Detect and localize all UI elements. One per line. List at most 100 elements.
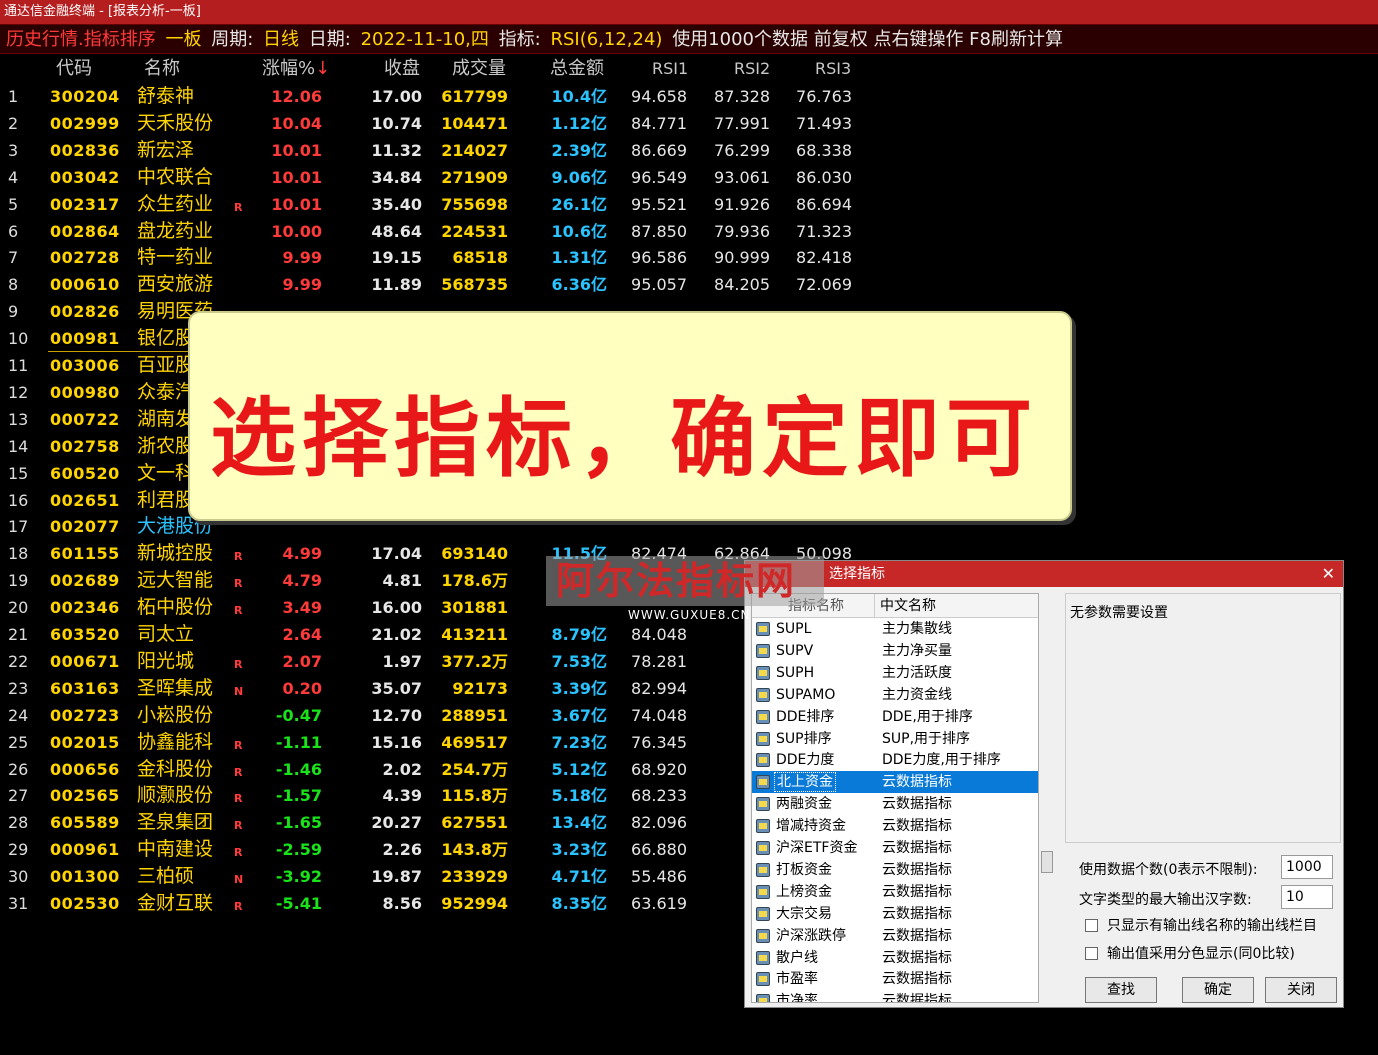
indicator-formula-icon — [756, 972, 770, 987]
indicator-list[interactable]: 指标名称 中文名称 SUPL 主力集散线 SUPV 主力净买量 SUPH 主力活跃度 SUP… — [751, 593, 1039, 1003]
table-row[interactable]: 7 002728 特一药业 9.99 19.15 68518 1.31亿 96.586 90.9… — [0, 244, 860, 271]
rsi2-value: 91.926 — [714, 194, 770, 214]
indicator-list-item[interactable]: SUPH 主力活跃度 — [752, 662, 1038, 684]
table-row[interactable]: 29 000961 中南建设 R -2.59 2.26 143.8万 3.23亿 66.880 — [0, 836, 860, 863]
table-row[interactable]: 4 003042 中农联合 10.01 34.84 271909 9.06亿 96.549 93… — [0, 164, 860, 191]
checkbox-output-names[interactable] — [1085, 919, 1098, 932]
rsi1-value: 74.048 — [631, 705, 687, 725]
table-row[interactable]: 30 001300 三柏硕 N -3.92 19.87 233929 4.71亿 55.486 — [0, 863, 860, 890]
table-row[interactable]: 22 000671 阳光城 R 2.07 1.97 377.2万 7.53亿 78.281 — [0, 648, 860, 675]
find-button[interactable]: 查找 — [1085, 977, 1157, 1003]
module-name[interactable]: 历史行情.指标排序 — [6, 29, 156, 50]
volume: 214027 — [441, 140, 508, 160]
table-row[interactable]: 24 002723 小崧股份 -0.47 12.70 288951 3.67亿 74.048 — [0, 702, 860, 729]
row-index: 15 — [8, 463, 29, 483]
board-name[interactable]: 一板 — [165, 29, 201, 50]
indicator-list-item[interactable]: 散户线 云数据指标 — [752, 947, 1038, 969]
close-button[interactable]: 关闭 — [1265, 977, 1337, 1003]
table-row[interactable]: 31 002530 金财互联 R -5.41 8.56 952994 8.35亿 63.619 — [0, 890, 860, 917]
table-row[interactable]: 23 603163 圣晖集成 N 0.20 35.07 92173 3.39亿 82.994 — [0, 675, 860, 702]
indicator-list-item[interactable]: SUP排序 SUP,用于排序 — [752, 728, 1038, 750]
col-header-volume[interactable]: 成交量 — [452, 55, 506, 83]
stock-code: 002826 — [50, 302, 120, 322]
indicator-list-item[interactable]: DDE排序 DDE,用于排序 — [752, 706, 1038, 728]
col-header-name[interactable]: 名称 — [144, 55, 180, 83]
col-header-change[interactable]: 涨幅%↓ — [262, 55, 330, 83]
indicator-list-item[interactable]: DDE力度 DDE力度,用于排序 — [752, 749, 1038, 771]
indicator-list-item[interactable]: 市盈率 云数据指标 — [752, 968, 1038, 990]
indicator-formula-icon — [756, 819, 770, 834]
list-header-cn[interactable]: 中文名称 — [880, 594, 936, 618]
table-row[interactable]: 26 000656 金科股份 R -1.46 2.02 254.7万 5.12亿 68.920 — [0, 756, 860, 783]
indicator-list-item[interactable]: 大宗交易 云数据指标 — [752, 903, 1038, 925]
col-header-rsi3[interactable]: RSI3 — [815, 55, 851, 83]
row-index: 6 — [8, 221, 19, 241]
period-value[interactable]: 日线 — [263, 29, 299, 50]
stock-code: 002565 — [50, 786, 120, 806]
date-value[interactable]: 2022-11-10,四 — [361, 29, 489, 50]
close-price: 11.89 — [371, 275, 422, 295]
max-chars-input[interactable]: 10 — [1281, 885, 1333, 909]
ok-button[interactable]: 确定 — [1182, 977, 1254, 1003]
close-price: 11.32 — [371, 140, 422, 160]
col-header-code[interactable]: 代码 — [56, 55, 92, 83]
indicator-name: 市净率 — [776, 993, 818, 1003]
table-row[interactable]: 2 002999 天禾股份 10.04 10.74 104471 1.12亿 84.771 77… — [0, 110, 860, 137]
volume: 755698 — [441, 194, 508, 214]
header-divider — [874, 594, 875, 618]
col-header-amount[interactable]: 总金额 — [550, 55, 604, 83]
close-price: 10.74 — [371, 113, 422, 133]
table-row[interactable]: 3 002836 新宏泽 10.01 11.32 214027 2.39亿 86.669 76.… — [0, 137, 860, 164]
list-scrollbar[interactable] — [1039, 593, 1057, 1003]
indicator-list-item[interactable]: 北上资金 云数据指标 — [752, 771, 1038, 794]
table-row[interactable]: 25 002015 协鑫能科 R -1.11 15.16 469517 7.23亿 76.345 — [0, 729, 860, 756]
indicator-list-item[interactable]: SUPAMO 主力资金线 — [752, 684, 1038, 706]
indicator-list-item[interactable]: 上榜资金 云数据指标 — [752, 881, 1038, 903]
table-row[interactable]: 28 605589 圣泉集团 R -1.65 20.27 627551 13.4亿 82.096 — [0, 809, 860, 836]
table-row[interactable]: 5 002317 众生药业 R 10.01 35.40 755698 26.1亿 95.521 9… — [0, 191, 860, 218]
close-price: 48.64 — [371, 221, 422, 241]
indicator-list-item[interactable]: 两融资金 云数据指标 — [752, 793, 1038, 815]
checkbox-color-output-label[interactable]: 输出值采用分色显示(同0比较) — [1107, 943, 1295, 963]
rsi2-value: 84.205 — [714, 275, 770, 295]
data-count-input[interactable]: 1000 — [1281, 855, 1333, 879]
indicator-value[interactable]: RSI(6,12,24) — [550, 29, 662, 50]
close-icon[interactable]: ✕ — [1322, 561, 1335, 587]
table-row[interactable]: 1 300204 舒泰神 12.06 17.00 617799 10.4亿 94.658 87.… — [0, 83, 860, 110]
indicator-list-item[interactable]: 打板资金 云数据指标 — [752, 859, 1038, 881]
indicator-list-item[interactable]: SUPV 主力净买量 — [752, 640, 1038, 662]
indicator-list-item[interactable]: 沪深涨跌停 云数据指标 — [752, 925, 1038, 947]
indicator-list-item[interactable]: 沪深ETF资金 云数据指标 — [752, 837, 1038, 859]
change-pct: -2.59 — [275, 840, 322, 860]
table-row[interactable]: 8 000610 西安旅游 9.99 11.89 568735 6.36亿 95.057 84.… — [0, 271, 860, 298]
indicator-formula-icon — [756, 797, 770, 812]
dialog-title[interactable]: 选择指标 — [745, 561, 1343, 587]
indicator-list-item[interactable]: 市净率 云数据指标 — [752, 990, 1038, 1003]
indicator-list-item[interactable]: 增减持资金 云数据指标 — [752, 815, 1038, 837]
checkbox-color-output[interactable] — [1085, 947, 1098, 960]
scrollbar-thumb[interactable] — [1041, 851, 1053, 873]
table-row[interactable]: 27 002565 顺灏股份 R -1.57 4.39 115.8万 5.18亿 68.233 — [0, 782, 860, 809]
stock-name: 顺灏股份 — [137, 784, 214, 807]
indicator-name: DDE排序 — [776, 708, 835, 725]
change-pct: -1.57 — [275, 786, 322, 806]
amount: 5.18亿 — [551, 786, 607, 806]
row-index: 2 — [8, 113, 19, 133]
col-header-close[interactable]: 收盘 — [384, 55, 420, 83]
stock-name: 协鑫能科 — [137, 730, 214, 753]
close-price: 35.40 — [371, 194, 422, 214]
col-header-rsi1[interactable]: RSI1 — [652, 55, 688, 83]
change-pct: -1.65 — [275, 813, 322, 833]
col-header-rsi2[interactable]: RSI2 — [734, 55, 770, 83]
rsi2-value: 87.328 — [714, 87, 770, 106]
stock-code: 603520 — [50, 625, 120, 644]
rsi3-value: 86.030 — [796, 167, 852, 187]
stock-name: 金科股份 — [137, 757, 214, 780]
param-panel: 无参数需要设置 — [1065, 593, 1341, 843]
checkbox-output-names-label[interactable]: 只显示有输出线名称的输出线栏目 — [1107, 915, 1317, 935]
indicator-name: 两融资金 — [776, 796, 832, 813]
close-price: 17.04 — [371, 544, 422, 564]
amount: 6.36亿 — [551, 275, 607, 295]
table-row[interactable]: 6 002864 盘龙药业 10.00 48.64 224531 10.6亿 87.850 79… — [0, 218, 860, 245]
rsi1-value: 95.521 — [631, 194, 687, 214]
